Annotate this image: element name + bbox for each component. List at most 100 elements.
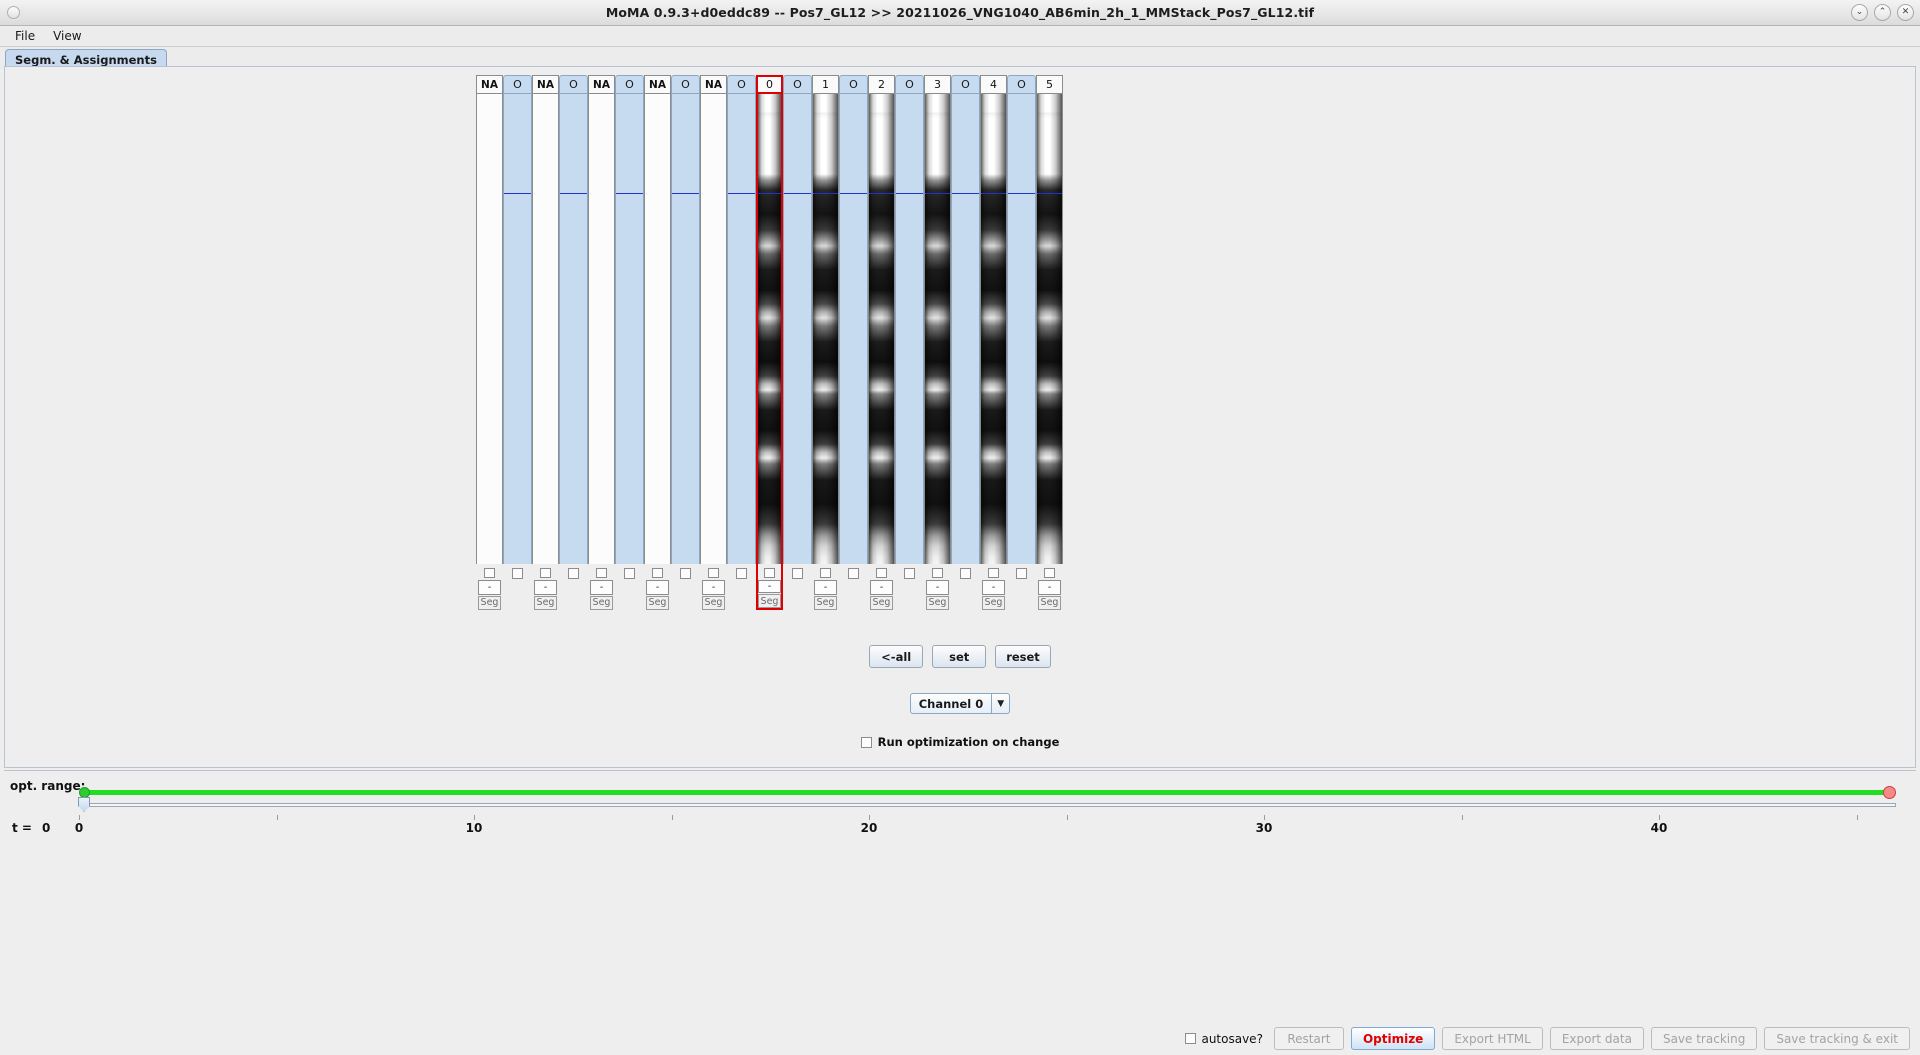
column-header[interactable]: O [727,75,756,94]
column-gl-20[interactable]: 5 - Seg [1036,75,1063,610]
column-checkbox[interactable] [848,568,859,579]
column-seg-button[interactable]: Seg [814,595,837,610]
column-header[interactable]: 3 [924,75,951,94]
opt-range-start-handle[interactable] [79,787,90,798]
column-value-box[interactable]: - [590,580,613,595]
column-seg-button[interactable]: Seg [646,595,669,610]
reset-button[interactable]: reset [995,645,1051,668]
time-slider-thumb[interactable] [78,797,90,812]
column-header[interactable]: O [895,75,924,94]
menu-item-file[interactable]: File [6,27,44,45]
column-seg-button[interactable]: Seg [478,595,501,610]
column-header[interactable]: NA [700,75,727,94]
kymograph-strip[interactable] [868,94,895,564]
column-value-box[interactable]: - [702,580,725,595]
column-header[interactable]: O [559,75,588,94]
column-value-box[interactable]: - [926,580,949,595]
opt-range-slider[interactable] [79,786,1896,799]
channel-select[interactable]: Channel 0 ▼ [909,693,1011,714]
column-checkbox[interactable] [512,568,523,579]
column-value-box[interactable]: - [870,580,893,595]
set-button[interactable]: set [932,645,987,668]
menu-item-view[interactable]: View [44,27,90,45]
column-value-box[interactable]: - [534,580,557,595]
column-value-box[interactable]: - [1038,580,1061,595]
column-checkbox[interactable] [568,568,579,579]
column-checkbox[interactable] [680,568,691,579]
column-header[interactable]: O [839,75,868,94]
column-value-box[interactable]: - [646,580,669,595]
kymograph-strip[interactable] [756,94,783,564]
column-assign-11[interactable]: O [783,75,812,610]
column-value-box[interactable]: - [982,580,1005,595]
column-seg-button[interactable]: Seg [590,595,613,610]
column-na-0[interactable]: NA - Seg [476,75,503,610]
column-checkbox[interactable] [904,568,915,579]
column-value-box[interactable]: - [478,580,501,595]
kymograph-strip[interactable] [924,94,951,564]
maximize-icon[interactable]: ⌃ [1874,4,1891,21]
column-checkbox[interactable] [708,568,719,579]
column-na-2[interactable]: NA - Seg [532,75,559,610]
column-header[interactable]: O [951,75,980,94]
column-seg-button[interactable]: Seg [926,595,949,610]
column-seg-button[interactable]: Seg [702,595,725,610]
column-checkbox[interactable] [764,568,775,578]
column-gl-10[interactable]: 0 - Seg [756,75,783,610]
column-header[interactable]: O [671,75,700,94]
column-seg-button[interactable]: Seg [534,595,557,610]
column-gl-16[interactable]: 3 - Seg [924,75,951,610]
column-checkbox[interactable] [1044,568,1055,579]
column-assign-5[interactable]: O [615,75,644,610]
column-header[interactable]: 1 [812,75,839,94]
kymograph-strip[interactable] [980,94,1007,564]
column-header[interactable]: O [1007,75,1036,94]
column-header[interactable]: 2 [868,75,895,94]
column-header[interactable]: 5 [1036,75,1063,94]
column-checkbox[interactable] [988,568,999,579]
kymograph-strip[interactable] [1036,94,1063,564]
time-slider[interactable] [78,797,1896,812]
column-na-6[interactable]: NA - Seg [644,75,671,610]
column-header[interactable]: O [783,75,812,94]
column-header[interactable]: NA [476,75,503,94]
column-value-box[interactable]: - [758,579,781,594]
column-checkbox[interactable] [792,568,803,579]
column-na-4[interactable]: NA - Seg [588,75,615,610]
column-gl-14[interactable]: 2 - Seg [868,75,895,610]
column-assign-17[interactable]: O [951,75,980,610]
column-assign-9[interactable]: O [727,75,756,610]
opt-range-end-handle[interactable] [1883,786,1896,799]
column-checkbox[interactable] [932,568,943,579]
column-assign-19[interactable]: O [1007,75,1036,610]
column-seg-button[interactable]: Seg [1038,595,1061,610]
column-seg-button[interactable]: Seg [758,594,781,608]
column-assign-3[interactable]: O [559,75,588,610]
column-assign-15[interactable]: O [895,75,924,610]
column-value-box[interactable]: - [814,580,837,595]
autosave-checkbox[interactable] [1185,1033,1197,1044]
minimize-icon[interactable]: ⌄ [1851,4,1868,21]
kymograph-strip[interactable] [812,94,839,564]
column-header[interactable]: 0 [756,75,783,94]
column-checkbox[interactable] [736,568,747,579]
column-checkbox[interactable] [624,568,635,579]
column-checkbox[interactable] [820,568,831,579]
column-header[interactable]: NA [644,75,671,94]
column-header[interactable]: NA [588,75,615,94]
column-checkbox[interactable] [540,568,551,579]
column-assign-1[interactable]: O [503,75,532,610]
run-optimization-checkbox[interactable] [860,736,872,748]
column-checkbox[interactable] [960,568,971,579]
column-assign-7[interactable]: O [671,75,700,610]
column-header[interactable]: NA [532,75,559,94]
column-assign-13[interactable]: O [839,75,868,610]
close-icon[interactable]: ✕ [1897,4,1914,21]
column-checkbox[interactable] [1016,568,1027,579]
column-header[interactable]: 4 [980,75,1007,94]
column-seg-button[interactable]: Seg [982,595,1005,610]
column-checkbox[interactable] [484,568,495,579]
column-checkbox[interactable] [596,568,607,579]
column-na-8[interactable]: NA - Seg [700,75,727,610]
column-checkbox[interactable] [876,568,887,579]
